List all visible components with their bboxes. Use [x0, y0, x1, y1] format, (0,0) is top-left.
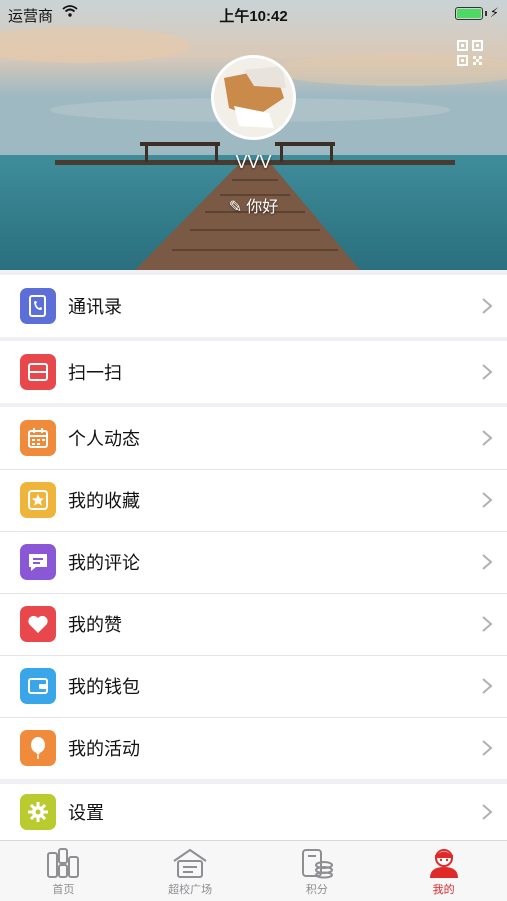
chevron-right-icon	[482, 678, 493, 694]
battery-icon	[455, 7, 483, 20]
menu-item-label: 个人动态	[68, 429, 140, 449]
chevron-right-icon	[482, 298, 493, 314]
bio[interactable]: ✎ 你好	[0, 193, 507, 217]
tab-plaza[interactable]: 超校广场	[127, 841, 254, 901]
tab-home[interactable]: 首页	[0, 841, 127, 901]
menu-item-wallet[interactable]: 我的钱包	[0, 655, 507, 717]
heart-icon	[20, 606, 56, 642]
tab-bar: 首页 超校广场 积分 我的	[0, 840, 507, 901]
menu-item-label: 我的评论	[68, 553, 140, 573]
calendar-icon	[20, 420, 56, 456]
balloon-icon	[20, 730, 56, 766]
menu-group-personal: 个人动态 我的收藏 我的评论 我的赞 我的钱包 我的活动	[0, 407, 507, 779]
menu-item-label: 我的赞	[68, 615, 122, 635]
menu-item-label: 我的钱包	[68, 677, 140, 697]
chevron-right-icon	[482, 492, 493, 508]
bio-text: 你好	[246, 199, 279, 216]
tab-label: 首页	[52, 884, 75, 896]
menu-item-label: 设置	[68, 803, 104, 823]
menu-item-settings[interactable]: 设置	[0, 784, 507, 840]
chevron-right-icon	[482, 616, 493, 632]
tab-label: 超校广场	[168, 884, 213, 896]
menu-item-likes[interactable]: 我的赞	[0, 593, 507, 655]
qr-code-icon[interactable]	[457, 40, 483, 66]
chevron-right-icon	[482, 364, 493, 380]
chevron-right-icon	[482, 554, 493, 570]
scan-icon	[20, 354, 56, 390]
menu-group-contacts: 通讯录	[0, 275, 507, 337]
home-icon	[47, 848, 80, 878]
menu-group-settings: 设置	[0, 784, 507, 840]
tab-label: 我的	[432, 884, 455, 896]
gear-icon	[20, 794, 56, 830]
profile-header: VVV ✎ 你好	[0, 0, 507, 270]
menu-item-events[interactable]: 我的活动	[0, 717, 507, 779]
plaza-icon	[173, 848, 207, 878]
avatar-image	[214, 58, 293, 137]
profile-icon	[429, 849, 458, 878]
menu-item-label: 通讯录	[68, 297, 122, 317]
wallet-icon	[20, 668, 56, 704]
menu-group-scan: 扫一扫	[0, 341, 507, 403]
avatar[interactable]	[211, 55, 296, 140]
status-bar: 运营商 上午10:42 ⚡	[0, 0, 507, 28]
status-time: 上午10:42	[219, 8, 288, 25]
charging-icon: ⚡	[489, 5, 499, 20]
menu-item-scan[interactable]: 扫一扫	[0, 341, 507, 403]
menu-item-label: 扫一扫	[68, 363, 122, 383]
comment-icon	[20, 544, 56, 580]
menu-item-favorites[interactable]: 我的收藏	[0, 469, 507, 531]
username: VVV	[235, 152, 272, 172]
menu-item-comments[interactable]: 我的评论	[0, 531, 507, 593]
menu-item-label: 我的收藏	[68, 491, 140, 511]
tab-label: 积分	[305, 884, 328, 896]
chevron-right-icon	[482, 740, 493, 756]
tab-mine[interactable]: 我的	[380, 841, 507, 901]
menu-item-label: 我的活动	[68, 739, 140, 759]
chevron-right-icon	[482, 804, 493, 820]
edit-icon: ✎	[228, 199, 243, 216]
tab-points[interactable]: 积分	[254, 841, 381, 901]
chevron-right-icon	[482, 430, 493, 446]
menu-item-activity-feed[interactable]: 个人动态	[0, 407, 507, 469]
star-icon	[20, 482, 56, 518]
battery-tip	[485, 11, 487, 16]
contacts-icon	[20, 288, 56, 324]
points-icon	[301, 849, 333, 879]
menu-item-contacts[interactable]: 通讯录	[0, 275, 507, 337]
